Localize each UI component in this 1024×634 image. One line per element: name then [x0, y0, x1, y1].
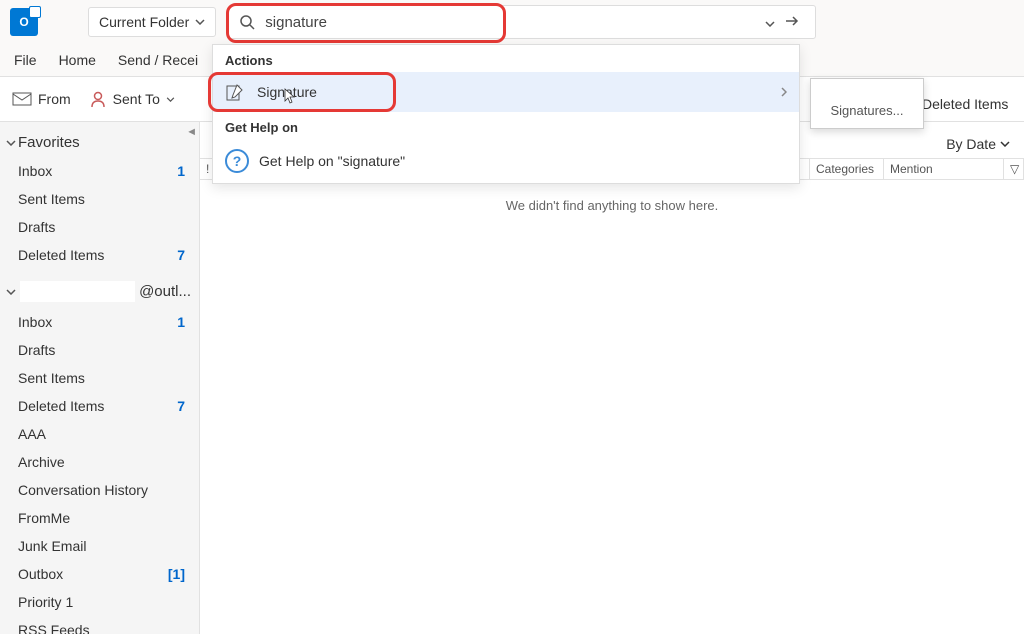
- folder-count: 7: [177, 398, 185, 414]
- chevron-down-icon: [1000, 141, 1010, 147]
- search-box[interactable]: [228, 5, 816, 39]
- folder-item[interactable]: Drafts: [0, 336, 199, 364]
- folder-item[interactable]: Deleted Items 7: [0, 241, 199, 269]
- partial-deleted-items-text: Deleted Items: [922, 96, 1008, 112]
- folder-name: RSS Feeds: [18, 622, 90, 634]
- folder-name: Priority 1: [18, 594, 73, 610]
- folder-name: Inbox: [18, 314, 52, 330]
- col-mention[interactable]: Mention: [884, 159, 1004, 179]
- folder-item[interactable]: Archive: [0, 448, 199, 476]
- col-filter-icon[interactable]: ▽: [1004, 159, 1024, 179]
- favorites-title: Favorites: [18, 134, 80, 151]
- suggestion-signature-label: Signature: [257, 84, 317, 100]
- menu-home[interactable]: Home: [59, 52, 96, 68]
- folder-count: [1]: [168, 566, 185, 582]
- scope-label: Current Folder: [99, 14, 189, 30]
- help-question-icon: ?: [225, 149, 249, 173]
- folder-name: Inbox: [18, 163, 52, 179]
- folder-name: Sent Items: [18, 191, 85, 207]
- outlook-logo-icon: O: [10, 8, 38, 36]
- search-dropdown-chevron[interactable]: [761, 11, 779, 34]
- account-header[interactable]: @outl...: [0, 269, 199, 308]
- folder-name: Archive: [18, 454, 65, 470]
- chevron-down-icon: [6, 140, 16, 146]
- folder-item[interactable]: AAA: [0, 420, 199, 448]
- empty-results-message: We didn't find anything to show here.: [200, 198, 1024, 213]
- suggestions-help-header: Get Help on: [213, 112, 799, 139]
- person-icon: [89, 90, 107, 108]
- account-suffix: @outl...: [139, 283, 191, 300]
- folder-item[interactable]: FromMe: [0, 504, 199, 532]
- search-suggestions-panel: Actions Signature Get Help on ? Get Help…: [212, 44, 800, 184]
- folder-name: Outbox: [18, 566, 63, 582]
- toolbar-sentto-label: Sent To: [113, 91, 160, 107]
- folder-name: Conversation History: [18, 482, 148, 498]
- folder-item[interactable]: Drafts: [0, 213, 199, 241]
- folder-name: Drafts: [18, 219, 55, 235]
- chevron-down-icon: [195, 19, 205, 25]
- folder-name: FromMe: [18, 510, 70, 526]
- suggestions-actions-header: Actions: [213, 45, 799, 72]
- folder-name: Deleted Items: [18, 247, 104, 263]
- suggestion-help-label: Get Help on "signature": [259, 153, 405, 169]
- folder-name: Drafts: [18, 342, 55, 358]
- toolbar-from[interactable]: From: [12, 91, 71, 107]
- chevron-right-icon: [781, 84, 787, 100]
- suggestion-signature[interactable]: Signature: [213, 72, 799, 112]
- search-submit-arrow[interactable]: [779, 11, 805, 34]
- folder-item[interactable]: Junk Email: [0, 532, 199, 560]
- search-icon: [239, 14, 255, 30]
- toolbar-sentto[interactable]: Sent To: [89, 90, 175, 108]
- col-categories[interactable]: Categories: [810, 159, 884, 179]
- sort-label: By Date: [946, 136, 996, 152]
- flyout-signatures[interactable]: Signatures...: [811, 97, 923, 124]
- signature-flyout: Signatures...: [810, 78, 924, 129]
- folder-count: 1: [177, 163, 185, 179]
- folder-sidebar: ◄ Favorites Inbox 1 Sent Items Drafts Delete…: [0, 122, 200, 634]
- message-list-area: By Date ! □ 📎 From Subject Received Size…: [200, 122, 1024, 634]
- envelope-icon: [12, 91, 32, 107]
- folder-item[interactable]: RSS Feeds: [0, 616, 199, 634]
- menu-file[interactable]: File: [14, 52, 37, 68]
- folder-item[interactable]: Inbox 1: [0, 157, 199, 185]
- arrow-right-icon: [785, 15, 799, 27]
- sort-by-date[interactable]: By Date: [946, 136, 1010, 152]
- search-input[interactable]: [265, 14, 761, 31]
- account-name-redacted: [20, 281, 135, 302]
- menu-sendreceive[interactable]: Send / Recei: [118, 52, 198, 68]
- suggestion-help[interactable]: ? Get Help on "signature": [213, 139, 799, 183]
- folder-count: 1: [177, 314, 185, 330]
- toolbar-from-label: From: [38, 91, 71, 107]
- favorites-header[interactable]: Favorites: [0, 122, 199, 157]
- search-scope-dropdown[interactable]: Current Folder: [88, 7, 216, 37]
- chevron-down-icon: [166, 97, 175, 102]
- folder-item[interactable]: Sent Items: [0, 185, 199, 213]
- folder-name: Sent Items: [18, 370, 85, 386]
- folder-name: AAA: [18, 426, 46, 442]
- folder-item[interactable]: Deleted Items 7: [0, 392, 199, 420]
- signature-edit-icon: [225, 82, 245, 102]
- chevron-down-icon: [765, 21, 775, 27]
- folder-item[interactable]: Priority 1: [0, 588, 199, 616]
- folder-count: 7: [177, 247, 185, 263]
- sidebar-collapse-handle[interactable]: ◄: [186, 126, 197, 138]
- folder-item[interactable]: Outbox [1]: [0, 560, 199, 588]
- folder-name: Junk Email: [18, 538, 86, 554]
- folder-item[interactable]: Inbox 1: [0, 308, 199, 336]
- folder-item[interactable]: Conversation History: [0, 476, 199, 504]
- folder-name: Deleted Items: [18, 398, 104, 414]
- chevron-down-icon: [6, 289, 16, 295]
- folder-item[interactable]: Sent Items: [0, 364, 199, 392]
